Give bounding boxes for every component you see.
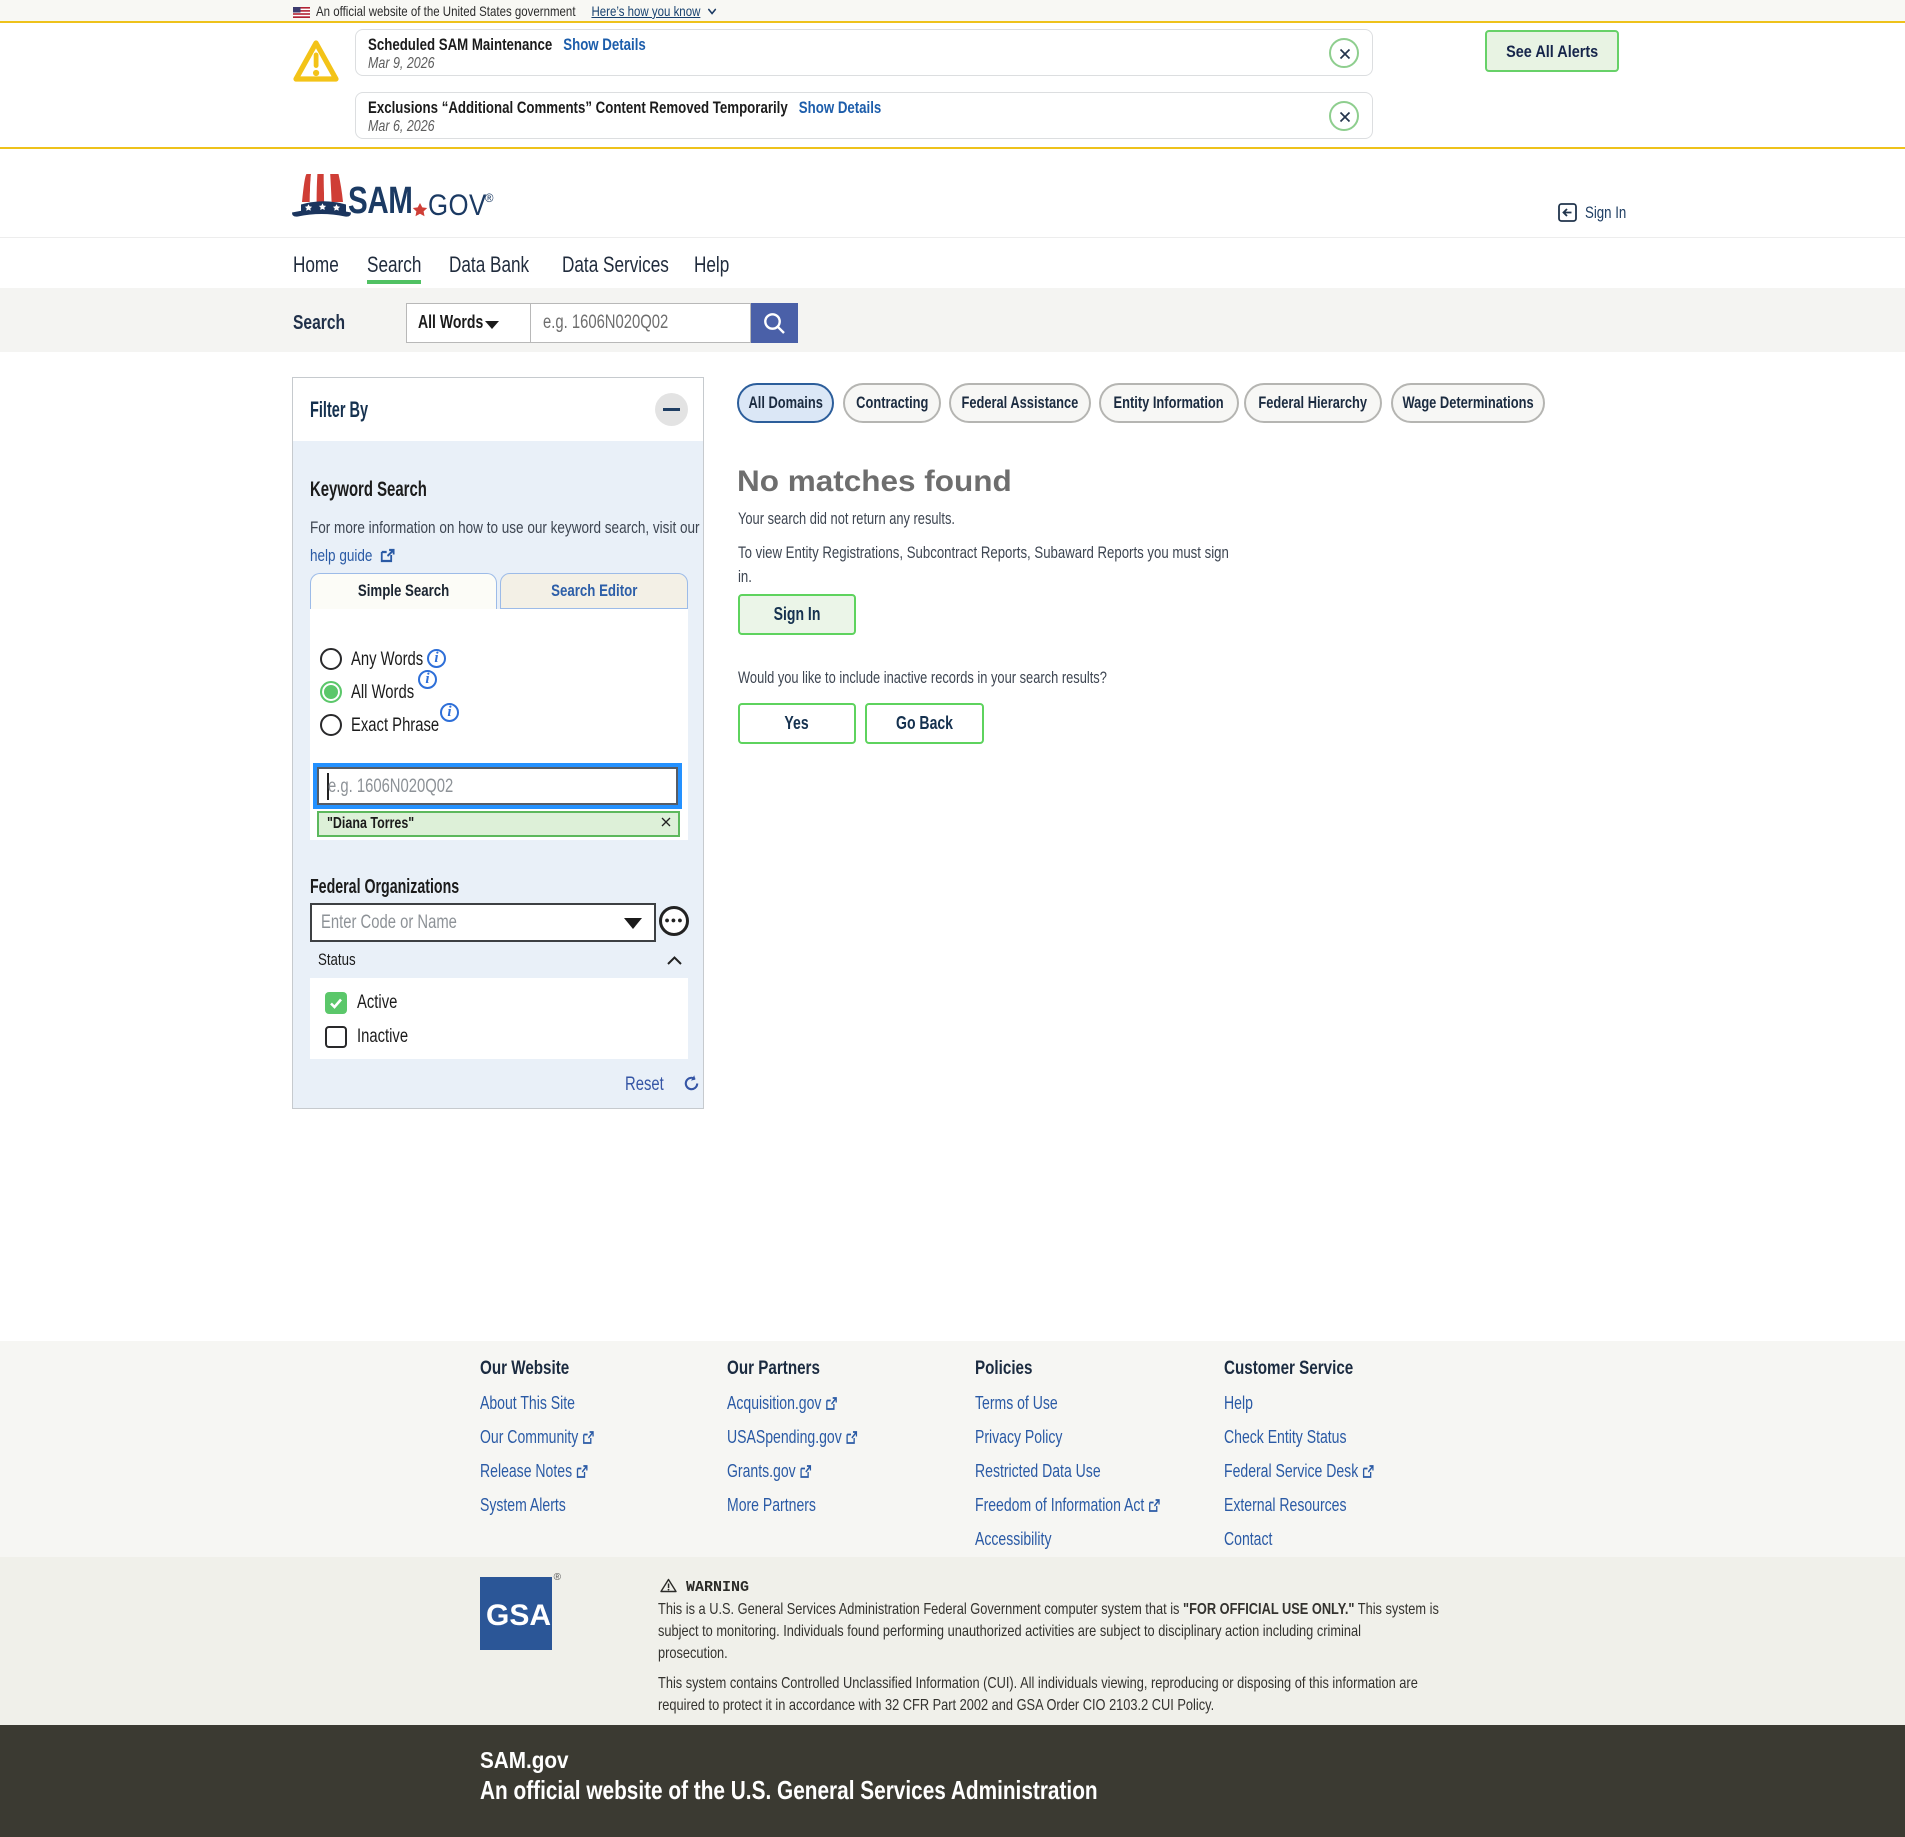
svg-text:GOV: GOV: [428, 188, 487, 220]
svg-text:®: ®: [485, 193, 494, 205]
svg-text:SAM: SAM: [348, 179, 413, 220]
